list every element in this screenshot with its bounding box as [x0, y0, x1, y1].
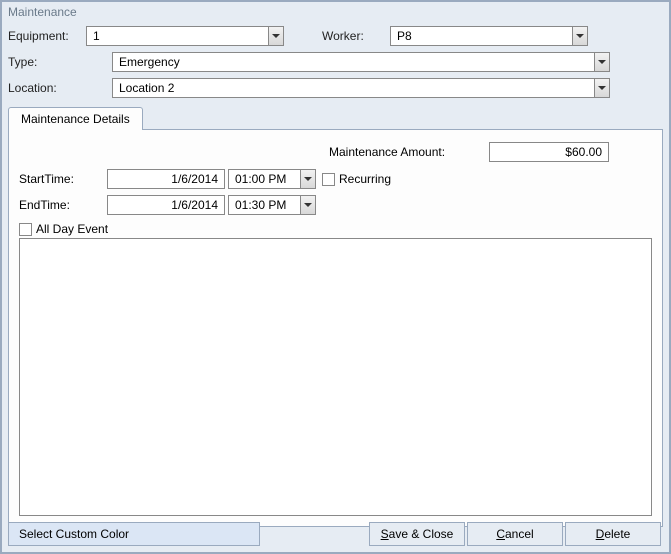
endtime-label: EndTime: — [19, 198, 107, 212]
worker-label: Worker: — [322, 29, 390, 43]
worker-input[interactable] — [390, 26, 588, 46]
chevron-down-icon[interactable] — [594, 52, 610, 72]
allday-checkbox[interactable] — [19, 223, 32, 236]
maintenance-dialog: Maintenance Equipment: Worker: Type: Loc… — [0, 0, 671, 554]
location-label: Location: — [8, 81, 112, 95]
type-label: Type: — [8, 55, 112, 69]
location-dropdown[interactable] — [112, 78, 610, 98]
equipment-label: Equipment: — [8, 29, 86, 43]
maintenance-amount-input[interactable] — [489, 142, 609, 162]
equipment-dropdown[interactable] — [86, 26, 284, 46]
select-custom-color-button[interactable]: Select Custom Color — [8, 522, 260, 546]
end-date-input[interactable] — [107, 195, 225, 215]
dialog-title: Maintenance — [2, 2, 669, 22]
chevron-down-icon[interactable] — [268, 26, 284, 46]
maintenance-amount-label: Maintenance Amount: — [329, 145, 489, 159]
start-date-input[interactable] — [107, 169, 225, 189]
header-form: Equipment: Worker: Type: Location: — [2, 22, 669, 100]
location-input[interactable] — [112, 78, 610, 98]
type-input[interactable] — [112, 52, 610, 72]
recurring-label: Recurring — [339, 172, 391, 186]
recurring-checkbox[interactable] — [322, 173, 335, 186]
tab-area: Maintenance Details Maintenance Amount: … — [8, 106, 663, 527]
chevron-down-icon[interactable] — [300, 195, 316, 215]
end-time-dropdown[interactable] — [228, 195, 316, 215]
starttime-label: StartTime: — [19, 172, 107, 186]
chevron-down-icon[interactable] — [572, 26, 588, 46]
chevron-down-icon[interactable] — [594, 78, 610, 98]
save-close-button[interactable]: Save & Close — [369, 522, 465, 546]
allday-label: All Day Event — [36, 222, 108, 236]
cancel-button[interactable]: Cancel — [467, 522, 563, 546]
worker-dropdown[interactable] — [390, 26, 588, 46]
notes-textarea[interactable] — [19, 238, 652, 516]
chevron-down-icon[interactable] — [300, 169, 316, 189]
start-time-dropdown[interactable] — [228, 169, 316, 189]
equipment-input[interactable] — [86, 26, 284, 46]
delete-button[interactable]: Delete — [565, 522, 661, 546]
button-label: Select Custom Color — [19, 527, 129, 541]
tab-body: Maintenance Amount: StartTime: Recurring… — [8, 129, 663, 527]
spacer — [262, 522, 369, 546]
button-bar: Select Custom Color Save & Close Cancel … — [8, 522, 663, 546]
tab-maintenance-details[interactable]: Maintenance Details — [8, 107, 143, 130]
tab-strip: Maintenance Details — [8, 106, 663, 129]
type-dropdown[interactable] — [112, 52, 610, 72]
